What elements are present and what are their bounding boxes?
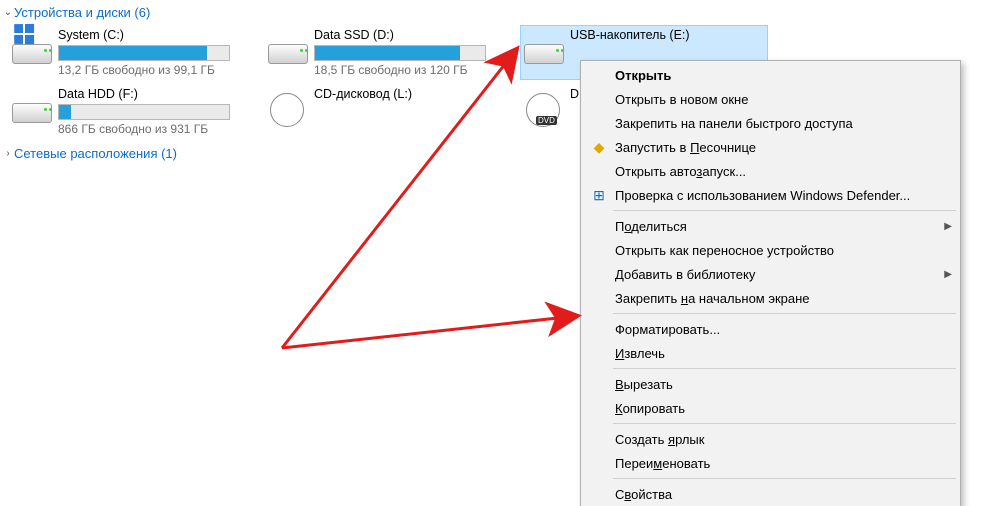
hard-drive-icon: [524, 34, 564, 64]
menu-item-label: Форматировать...: [615, 322, 720, 337]
dvd-drive-icon: [268, 93, 308, 123]
menu-item-label: Добавить в библиотеку: [615, 267, 755, 282]
menu-item[interactable]: Создать ярлык: [583, 427, 958, 451]
drive-title: Data SSD (D:): [314, 28, 512, 44]
menu-separator: [613, 210, 956, 211]
capacity-bar: [58, 104, 230, 120]
menu-separator: [613, 423, 956, 424]
menu-item-label: Открыть в новом окне: [615, 92, 748, 107]
menu-item-label: Свойства: [615, 487, 672, 502]
context-menu: Открыть Открыть в новом окне Закрепить на …: [580, 60, 961, 506]
menu-separator: [613, 478, 956, 479]
menu-item-label: Проверка с использованием Windows Defend…: [615, 188, 910, 203]
capacity-bar: [58, 45, 230, 61]
drive-title: CD-дисковод (L:): [314, 87, 512, 103]
drive-item[interactable]: Data HDD (F:) 866 ГБ свободно из 931 ГБ: [8, 84, 256, 139]
hard-drive-icon: [268, 34, 308, 64]
drive-item[interactable]: Data SSD (D:) 18,5 ГБ свободно из 120 ГБ: [264, 25, 512, 80]
section-header-drives[interactable]: ⌄ Устройства и диски (6): [0, 0, 982, 23]
menu-item-label: Извлечь: [615, 346, 665, 361]
menu-separator: [613, 368, 956, 369]
menu-item[interactable]: Форматировать...: [583, 317, 958, 341]
chevron-right-icon: ›: [2, 148, 14, 159]
menu-item[interactable]: Закрепить на начальном экране: [583, 286, 958, 310]
drive-title: Data HDD (F:): [58, 87, 256, 103]
hard-drive-icon: [12, 34, 52, 64]
defender-icon: ⊞: [589, 187, 609, 204]
section-title: Устройства и диски (6): [14, 5, 150, 20]
menu-item[interactable]: Свойства: [583, 482, 958, 506]
menu-item[interactable]: Извлечь: [583, 341, 958, 365]
menu-separator: [613, 313, 956, 314]
drive-title: USB-накопитель (E:): [570, 28, 767, 44]
menu-item[interactable]: Закрепить на панели быстрого доступа: [583, 111, 958, 135]
menu-item-label: Переименовать: [615, 456, 710, 471]
menu-item[interactable]: Переименовать: [583, 451, 958, 475]
drive-item[interactable]: System (C:) 13,2 ГБ свободно из 99,1 ГБ: [8, 25, 256, 80]
menu-item[interactable]: Копировать: [583, 396, 958, 420]
capacity-bar: [314, 45, 486, 61]
menu-item-label: Открыть автозапуск...: [615, 164, 746, 179]
chevron-down-icon: ⌄: [2, 7, 14, 18]
menu-item-label: Вырезать: [615, 377, 673, 392]
menu-item[interactable]: Добавить в библиотеку ▶: [583, 262, 958, 286]
submenu-arrow-icon: ▶: [944, 221, 952, 232]
drive-subtitle: 866 ГБ свободно из 931 ГБ: [58, 122, 256, 136]
drive-title: System (C:): [58, 28, 256, 44]
menu-item-label: Копировать: [615, 401, 685, 416]
menu-item-label: Поделиться: [615, 219, 687, 234]
sandbox-icon: ◆: [589, 139, 609, 156]
submenu-arrow-icon: ▶: [944, 269, 952, 280]
menu-item-label: Открыть как переносное устройство: [615, 243, 834, 258]
menu-item-label: Закрепить на начальном экране: [615, 291, 810, 306]
drive-subtitle: 13,2 ГБ свободно из 99,1 ГБ: [58, 63, 256, 77]
menu-item[interactable]: ⊞ Проверка с использованием Windows Defen…: [583, 183, 958, 207]
menu-item[interactable]: Открыть в новом окне: [583, 87, 958, 111]
dvd-drive-icon: DVD: [524, 93, 564, 123]
menu-item-label: Закрепить на панели быстрого доступа: [615, 116, 853, 131]
menu-item[interactable]: Открыть: [583, 63, 958, 87]
menu-item[interactable]: Открыть автозапуск...: [583, 159, 958, 183]
menu-item[interactable]: Открыть как переносное устройство: [583, 238, 958, 262]
section-title: Сетевые расположения (1): [14, 146, 177, 161]
drive-subtitle: 18,5 ГБ свободно из 120 ГБ: [314, 63, 512, 77]
menu-item-label: Запустить в Песочнице: [615, 140, 756, 155]
menu-item-label: Открыть: [615, 68, 671, 83]
hard-drive-icon: [12, 93, 52, 123]
menu-item[interactable]: Вырезать: [583, 372, 958, 396]
drive-item[interactable]: CD-дисковод (L:): [264, 84, 512, 139]
menu-item-label: Создать ярлык: [615, 432, 704, 447]
menu-item[interactable]: ◆ Запустить в Песочнице: [583, 135, 958, 159]
menu-item[interactable]: Поделиться ▶: [583, 214, 958, 238]
